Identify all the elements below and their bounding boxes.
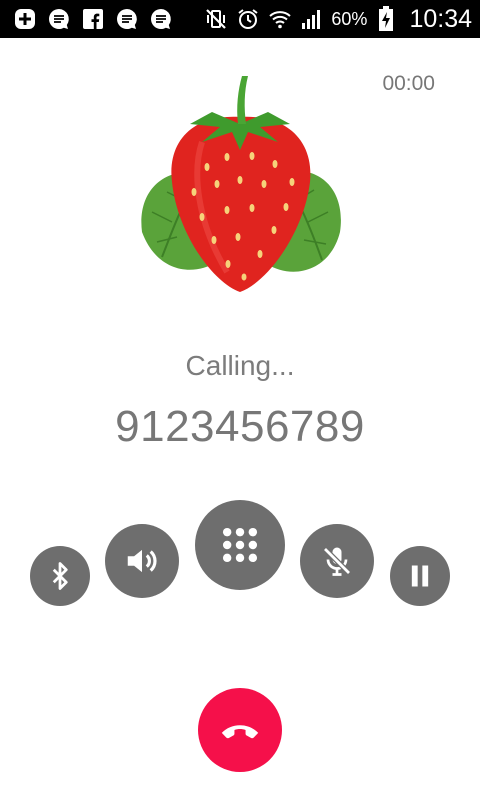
hold-button[interactable] [390,546,450,606]
call-status-text: Calling... [185,350,295,381]
mute-mic-icon [323,547,351,576]
dialpad-button[interactable] [195,500,285,590]
contact-avatar [132,72,348,300]
battery-percent: 60% [331,8,368,29]
message-icon [114,6,140,32]
message-icon [148,6,174,32]
signal-icon [299,6,325,32]
status-bar: 60% 10:34 [0,0,480,38]
pause-icon [411,565,429,587]
vibrate-off-icon [203,6,229,32]
phone-number: 9123456789 [115,402,365,451]
end-call-button[interactable] [198,688,282,772]
alarm-icon [235,6,261,32]
add-notification-icon [12,6,38,32]
bluetooth-button[interactable] [30,546,90,606]
facebook-icon [80,6,106,32]
system-icons: 60% 10:34 [203,5,472,34]
call-timer: 00:00 [382,72,435,95]
dialpad-icon [222,527,258,563]
strawberry-image [141,76,341,292]
wifi-icon [267,6,293,32]
status-clock: 10:34 [409,4,472,33]
battery-charging-icon [373,6,399,32]
mute-button[interactable] [300,524,374,598]
bluetooth-icon [52,562,68,590]
end-call-icon [221,725,259,739]
notification-icons [12,6,174,32]
speaker-icon [127,549,157,573]
message-icon [46,6,72,32]
speaker-button[interactable] [105,524,179,598]
